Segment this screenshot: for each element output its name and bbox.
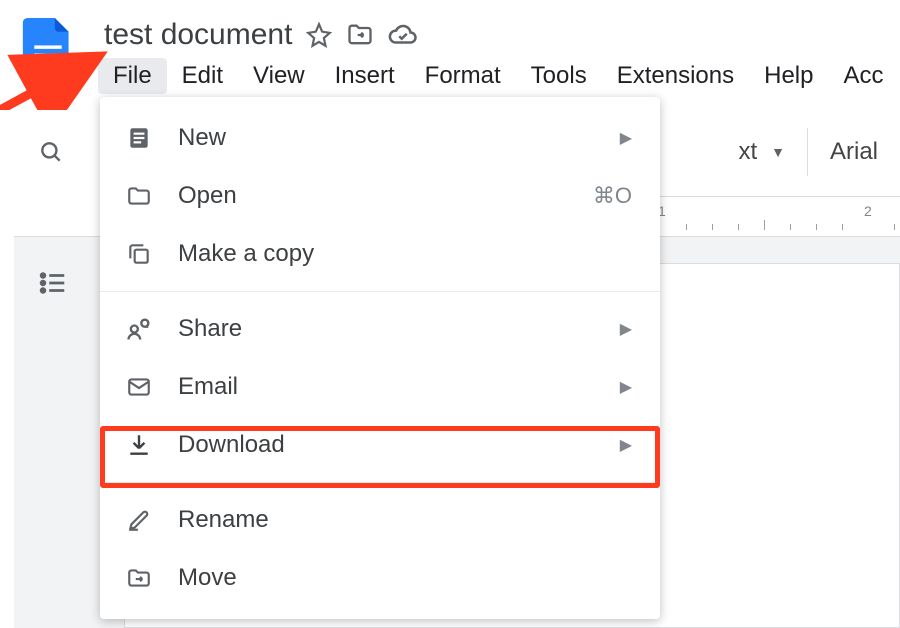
menu-file[interactable]: File bbox=[98, 58, 167, 94]
menu-item-share[interactable]: Share ▶ bbox=[100, 300, 660, 358]
font-label: Arial bbox=[830, 138, 878, 166]
menu-item-email[interactable]: Email ▶ bbox=[100, 358, 660, 416]
menu-shortcut: ⌘O bbox=[593, 183, 632, 209]
menu-help[interactable]: Help bbox=[749, 58, 828, 94]
menu-edit[interactable]: Edit bbox=[167, 58, 238, 94]
menu-format[interactable]: Format bbox=[410, 58, 516, 94]
move-icon bbox=[124, 563, 154, 593]
menubar: File Edit View Insert Format Tools Exten… bbox=[88, 58, 900, 94]
share-icon bbox=[124, 314, 154, 344]
ruler-tick-2: 2 bbox=[864, 203, 872, 219]
file-dropdown-menu: New ▶ Open ⌘O Make a copy Share ▶ Email … bbox=[100, 97, 660, 619]
menu-extensions[interactable]: Extensions bbox=[602, 58, 749, 94]
rename-icon bbox=[124, 505, 154, 535]
menu-insert[interactable]: Insert bbox=[320, 58, 410, 94]
style-label-partial: xt bbox=[738, 138, 757, 166]
app-header: test document File Edit View Insert Form… bbox=[0, 0, 900, 94]
email-icon bbox=[124, 372, 154, 402]
header-content: test document File Edit View Insert Form… bbox=[88, 18, 900, 94]
submenu-arrow-icon: ▶ bbox=[620, 377, 632, 397]
title-row: test document bbox=[88, 18, 900, 52]
menu-item-download[interactable]: Download ▶ bbox=[100, 416, 660, 474]
menu-item-make-copy[interactable]: Make a copy bbox=[100, 225, 660, 283]
menu-item-new[interactable]: New ▶ bbox=[100, 109, 660, 167]
menu-label: Open bbox=[178, 182, 237, 210]
cloud-saved-icon[interactable] bbox=[388, 20, 418, 50]
dropdown-arrow-icon: ▼ bbox=[771, 144, 785, 160]
star-icon[interactable] bbox=[306, 22, 332, 48]
menu-item-open[interactable]: Open ⌘O bbox=[100, 167, 660, 225]
document-title[interactable]: test document bbox=[104, 18, 292, 52]
menu-label: Move bbox=[178, 564, 237, 592]
style-selector[interactable]: xt ▼ bbox=[716, 128, 807, 176]
menu-view[interactable]: View bbox=[238, 58, 320, 94]
docs-logo-icon[interactable] bbox=[22, 18, 74, 82]
menu-label: Download bbox=[178, 431, 285, 459]
toolbar-right: xt ▼ Arial bbox=[716, 128, 900, 176]
ruler: 1 2 bbox=[650, 196, 900, 230]
menu-divider bbox=[100, 291, 660, 292]
new-doc-icon bbox=[124, 123, 154, 153]
menu-item-rename[interactable]: Rename bbox=[100, 491, 660, 549]
submenu-arrow-icon: ▶ bbox=[620, 128, 632, 148]
download-icon bbox=[124, 430, 154, 460]
menu-label: Share bbox=[178, 315, 242, 343]
submenu-arrow-icon: ▶ bbox=[620, 435, 632, 455]
menu-label: Make a copy bbox=[178, 240, 314, 268]
menu-label: Email bbox=[178, 373, 238, 401]
menu-divider bbox=[100, 482, 660, 483]
outline-toggle-icon[interactable] bbox=[38, 268, 68, 303]
copy-icon bbox=[124, 239, 154, 269]
font-selector[interactable]: Arial bbox=[807, 128, 900, 176]
menu-accessibility[interactable]: Acc bbox=[828, 58, 898, 94]
search-icon[interactable] bbox=[38, 139, 64, 165]
folder-icon bbox=[124, 181, 154, 211]
menu-tools[interactable]: Tools bbox=[516, 58, 602, 94]
submenu-arrow-icon: ▶ bbox=[620, 319, 632, 339]
menu-label: New bbox=[178, 124, 226, 152]
menu-item-move[interactable]: Move bbox=[100, 549, 660, 607]
move-folder-icon[interactable] bbox=[346, 21, 374, 49]
menu-label: Rename bbox=[178, 506, 269, 534]
